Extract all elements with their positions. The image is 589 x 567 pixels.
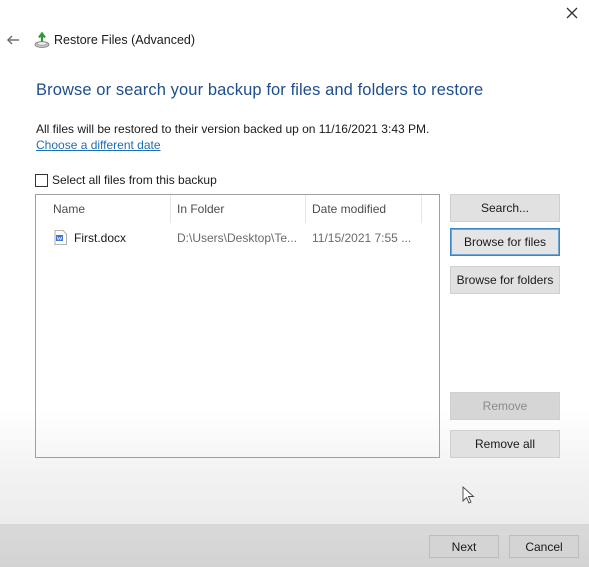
arrow-left-icon [6,35,19,45]
window-title: Restore Files (Advanced) [54,33,196,47]
remove-all-button[interactable]: Remove all [450,430,560,458]
select-all-checkbox[interactable] [35,173,48,187]
remove-button[interactable]: Remove [450,392,560,420]
cancel-button[interactable]: Cancel [509,535,579,558]
column-header-name[interactable]: Name [46,195,170,223]
file-folder: D:\Users\Desktop\Te... [177,231,298,245]
file-list[interactable]: Name In Folder Date modified First.docx … [35,194,440,458]
restore-info-text: All files will be restored to their vers… [36,122,430,136]
mouse-cursor-icon [462,485,476,506]
column-header-date-modified[interactable]: Date modified [305,195,421,223]
close-button[interactable] [562,3,582,23]
file-name: First.docx [74,231,127,245]
page-heading: Browse or search your backup for files a… [36,81,484,99]
select-all-checkbox-row[interactable]: Select all files from this backup [35,173,217,187]
browse-for-files-button[interactable]: Browse for files [450,228,560,256]
back-button[interactable] [4,31,22,49]
word-document-icon [54,230,67,248]
file-date-modified: 11/15/2021 7:55 ... [312,231,412,245]
file-row[interactable]: First.docx D:\Users\Desktop\Te... 11/15/… [36,227,421,249]
select-all-label: Select all files from this backup [52,173,217,187]
search-button[interactable]: Search... [450,194,560,222]
dialog-footer [0,524,589,567]
choose-different-date-link[interactable]: Choose a different date [36,138,161,152]
column-separator[interactable] [421,195,422,223]
browse-for-folders-button[interactable]: Browse for folders [450,266,560,294]
close-icon [566,7,578,19]
column-header-in-folder[interactable]: In Folder [170,195,305,223]
next-button[interactable]: Next [429,535,499,558]
backup-restore-icon [33,31,51,49]
